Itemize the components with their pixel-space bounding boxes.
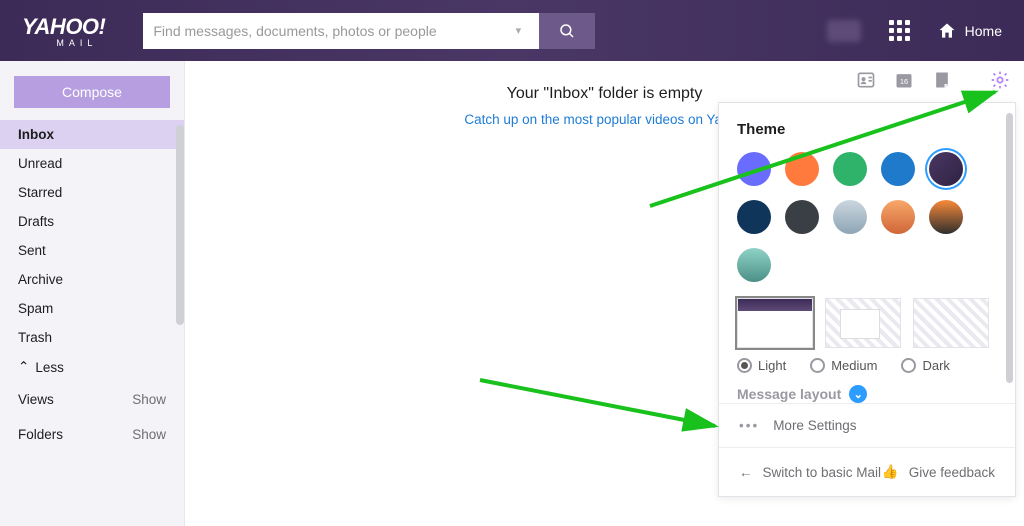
chevron-down-icon[interactable]: ▾ bbox=[507, 24, 529, 37]
layout-thumb-3[interactable] bbox=[913, 298, 989, 348]
theme-swatch-8[interactable] bbox=[881, 200, 915, 234]
notepad-icon[interactable] bbox=[932, 70, 952, 90]
contacts-icon[interactable] bbox=[856, 70, 876, 90]
mode-medium[interactable]: Medium bbox=[810, 358, 877, 373]
give-feedback[interactable]: 👍 Give feedback bbox=[882, 464, 995, 480]
theme-swatch-1[interactable] bbox=[785, 152, 819, 186]
chevron-down-icon: ⌄ bbox=[849, 385, 867, 403]
home-link[interactable]: Home bbox=[937, 21, 1002, 41]
sidebar: Compose Inbox Unread Starred Drafts Sent… bbox=[0, 61, 185, 526]
gear-icon[interactable] bbox=[990, 70, 1010, 90]
more-settings[interactable]: ••• More Settings bbox=[719, 404, 1015, 447]
svg-text:16: 16 bbox=[900, 77, 908, 86]
theme-heading: Theme bbox=[737, 121, 997, 138]
arrow-left-icon: ← bbox=[739, 465, 753, 480]
account-avatar[interactable] bbox=[827, 20, 861, 42]
search-input[interactable] bbox=[153, 23, 507, 39]
mode-light[interactable]: Light bbox=[737, 358, 786, 373]
folder-inbox[interactable]: Inbox bbox=[0, 120, 184, 149]
theme-swatch-7[interactable] bbox=[833, 200, 867, 234]
search-button[interactable] bbox=[539, 13, 595, 49]
right-icon-rail: 16 bbox=[856, 70, 1010, 90]
mode-dark[interactable]: Dark bbox=[901, 358, 949, 373]
theme-swatch-5[interactable] bbox=[737, 200, 771, 234]
theme-swatch-6[interactable] bbox=[785, 200, 819, 234]
yahoo-mail-logo[interactable]: YAHOO! MAIL bbox=[22, 14, 105, 48]
search-bar: ▾ bbox=[143, 13, 595, 49]
layout-thumbnails bbox=[737, 298, 997, 348]
views-section[interactable]: ViewsShow bbox=[0, 382, 184, 417]
folder-unread[interactable]: Unread bbox=[0, 149, 184, 178]
theme-swatch-0[interactable] bbox=[737, 152, 771, 186]
search-icon bbox=[558, 22, 576, 40]
folder-archive[interactable]: Archive bbox=[0, 265, 184, 294]
settings-panel: Theme Light Medium Dark Message layout ⌄… bbox=[718, 102, 1016, 497]
dots-icon: ••• bbox=[739, 418, 759, 433]
thumbs-up-icon: 👍 bbox=[882, 464, 899, 480]
theme-swatch-9[interactable] bbox=[929, 200, 963, 234]
folder-sent[interactable]: Sent bbox=[0, 236, 184, 265]
folder-list: Inbox Unread Starred Drafts Sent Archive… bbox=[0, 120, 184, 352]
sidebar-scrollbar[interactable] bbox=[176, 125, 184, 325]
theme-swatches bbox=[737, 152, 997, 282]
panel-scrollbar[interactable] bbox=[1006, 113, 1013, 383]
folders-section[interactable]: FoldersShow bbox=[0, 417, 184, 452]
chevron-up-icon: ⌃ bbox=[18, 359, 29, 375]
layout-thumb-1[interactable] bbox=[737, 298, 813, 348]
calendar-icon[interactable]: 16 bbox=[894, 70, 914, 90]
folder-trash[interactable]: Trash bbox=[0, 323, 184, 352]
theme-swatch-10[interactable] bbox=[737, 248, 771, 282]
compose-button[interactable]: Compose bbox=[14, 76, 170, 108]
theme-swatch-3[interactable] bbox=[881, 152, 915, 186]
message-layout-section[interactable]: Message layout ⌄ bbox=[737, 385, 997, 403]
theme-swatch-2[interactable] bbox=[833, 152, 867, 186]
switch-basic-mail[interactable]: ← Switch to basic Mail bbox=[739, 464, 881, 480]
app-header: YAHOO! MAIL ▾ Home bbox=[0, 0, 1024, 61]
home-icon bbox=[937, 21, 957, 41]
theme-modes: Light Medium Dark bbox=[737, 358, 997, 373]
collapse-less[interactable]: ⌃Less bbox=[0, 352, 184, 382]
folder-spam[interactable]: Spam bbox=[0, 294, 184, 323]
empty-folder-link[interactable]: Catch up on the most popular videos on Y… bbox=[464, 112, 744, 127]
apps-grid-icon[interactable] bbox=[889, 20, 911, 42]
theme-swatch-4[interactable] bbox=[929, 152, 963, 186]
folder-drafts[interactable]: Drafts bbox=[0, 207, 184, 236]
layout-thumb-2[interactable] bbox=[825, 298, 901, 348]
folder-starred[interactable]: Starred bbox=[0, 178, 184, 207]
